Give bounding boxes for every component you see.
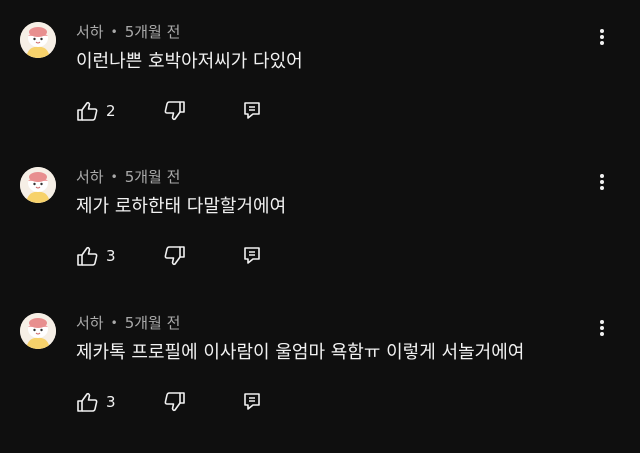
dislike-button[interactable] (160, 243, 190, 269)
comment-actions: 2 (74, 98, 294, 124)
comment-author[interactable]: 서하 (76, 314, 104, 332)
kebab-menu-icon (600, 29, 604, 45)
comment-meta: 서하 • 5개월 전 (76, 313, 180, 333)
avatar-image (20, 22, 56, 58)
kebab-menu-icon (600, 174, 604, 190)
comment-time[interactable]: 5개월 전 (125, 23, 181, 41)
dislike-button[interactable] (160, 98, 190, 124)
thumbs-up-icon (77, 101, 98, 121)
comment-text: 제카톡 프로필에 이사람이 울엄마 욕함ㅠ 이렇게 서놀거에여 (76, 342, 525, 363)
like-button[interactable]: 3 (74, 389, 136, 415)
reply-button[interactable] (240, 98, 270, 124)
avatar[interactable] (20, 22, 56, 58)
reply-comment-icon (244, 102, 260, 119)
more-actions-button[interactable] (592, 26, 612, 48)
comment-text: 제가 로하한태 다말할거에여 (76, 196, 287, 217)
comment-meta: 서하 • 5개월 전 (76, 167, 180, 187)
meta-separator: • (110, 170, 118, 184)
comment-item: 서하 • 5개월 전 제가 로하한태 다말할거에여 3 (0, 167, 640, 307)
more-actions-button[interactable] (592, 171, 612, 193)
thumbs-up-icon (77, 246, 98, 266)
comment-author[interactable]: 서하 (76, 168, 104, 186)
comment-time[interactable]: 5개월 전 (125, 168, 181, 186)
thumbs-down-icon (164, 246, 185, 266)
thumbs-down-icon (164, 392, 185, 412)
comment-meta: 서하 • 5개월 전 (76, 22, 180, 42)
like-count: 2 (106, 102, 116, 120)
thumbs-down-icon (164, 101, 185, 121)
thumbs-up-icon (77, 392, 98, 412)
avatar[interactable] (20, 167, 56, 203)
reply-comment-icon (244, 247, 260, 264)
comment-text: 이런나쁜 호박아저씨가 다있어 (76, 51, 303, 72)
avatar[interactable] (20, 313, 56, 349)
meta-separator: • (110, 25, 118, 39)
reply-button[interactable] (240, 389, 270, 415)
like-count: 3 (106, 393, 116, 411)
comment-actions: 3 (74, 389, 294, 415)
meta-separator: • (110, 316, 118, 330)
avatar-image (20, 167, 56, 203)
comment-actions: 3 (74, 243, 294, 269)
like-button[interactable]: 3 (74, 243, 136, 269)
like-count: 3 (106, 247, 116, 265)
comment-item: 서하 • 5개월 전 제카톡 프로필에 이사람이 울엄마 욕함ㅠ 이렇게 서놀거에여… (0, 313, 640, 453)
comment-time[interactable]: 5개월 전 (125, 314, 181, 332)
reply-comment-icon (244, 393, 260, 410)
reply-button[interactable] (240, 243, 270, 269)
like-button[interactable]: 2 (74, 98, 136, 124)
more-actions-button[interactable] (592, 317, 612, 339)
avatar-image (20, 313, 56, 349)
comment-item: 서하 • 5개월 전 이런나쁜 호박아저씨가 다있어 2 (0, 22, 640, 162)
dislike-button[interactable] (160, 389, 190, 415)
kebab-menu-icon (600, 320, 604, 336)
comment-author[interactable]: 서하 (76, 23, 104, 41)
